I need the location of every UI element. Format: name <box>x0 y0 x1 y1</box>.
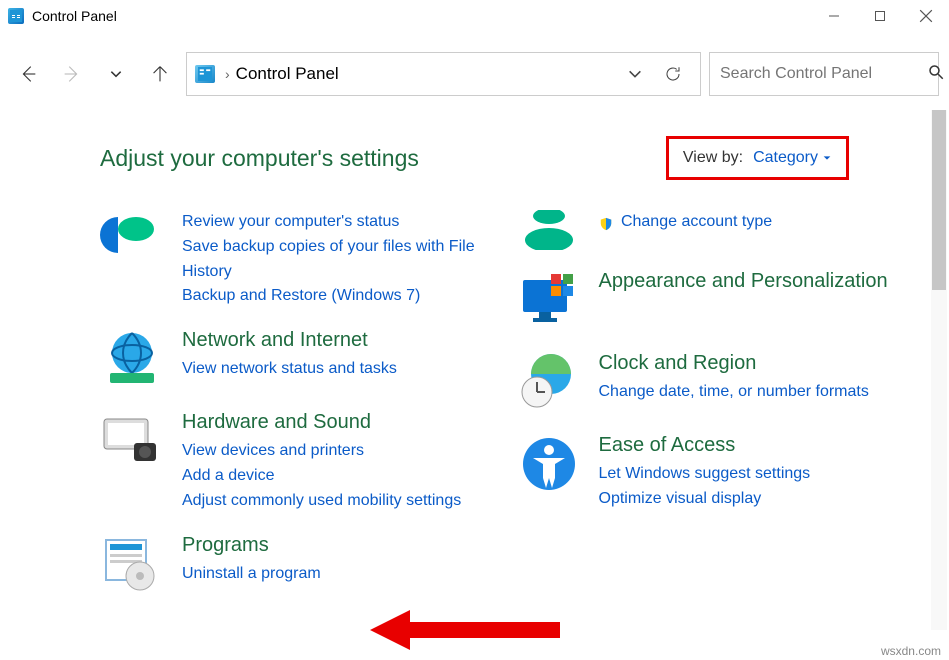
window-controls <box>811 0 949 32</box>
accounts-icon <box>517 210 581 250</box>
category-network: Network and Internet View network status… <box>100 327 493 391</box>
category-appearance: Appearance and Personalization <box>517 268 910 332</box>
close-button[interactable] <box>903 0 949 32</box>
category-system-security: Review your computer's status Save backu… <box>100 210 493 309</box>
maximize-button[interactable] <box>857 0 903 32</box>
right-column: Change account type Appearance and Perso… <box>517 210 910 614</box>
title-hardware[interactable]: Hardware and Sound <box>182 409 493 435</box>
control-panel-icon <box>195 65 215 83</box>
link-devices-printers[interactable]: View devices and printers <box>182 439 493 464</box>
programs-icon <box>100 532 164 596</box>
title-programs[interactable]: Programs <box>182 532 493 558</box>
link-uninstall[interactable]: Uninstall a program <box>182 562 493 587</box>
viewby-label: View by: <box>683 149 743 167</box>
clock-icon <box>517 350 581 414</box>
up-button[interactable] <box>142 56 178 92</box>
appearance-icon <box>517 268 581 332</box>
category-clock: Clock and Region Change date, time, or n… <box>517 350 910 414</box>
content-area: Adjust your computer's settings View by:… <box>0 106 949 614</box>
watermark: wsxdn.com <box>881 644 941 658</box>
link-review-status[interactable]: Review your computer's status <box>182 210 493 235</box>
title-ease-access[interactable]: Ease of Access <box>599 432 910 458</box>
link-network-status[interactable]: View network status and tasks <box>182 357 493 382</box>
breadcrumb-chevron-icon[interactable]: › <box>219 66 236 82</box>
viewby-dropdown[interactable]: Category <box>753 149 832 167</box>
link-mobility[interactable]: Adjust commonly used mobility settings <box>182 489 493 514</box>
link-backup-restore[interactable]: Backup and Restore (Windows 7) <box>182 284 493 309</box>
category-programs: Programs Uninstall a program <box>100 532 493 596</box>
title-network[interactable]: Network and Internet <box>182 327 493 353</box>
scrollbar[interactable] <box>931 110 947 630</box>
viewby-highlight: View by: Category <box>666 136 849 180</box>
title-appearance[interactable]: Appearance and Personalization <box>599 268 910 294</box>
scrollbar-thumb[interactable] <box>932 110 946 290</box>
security-icon <box>100 210 164 274</box>
forward-button[interactable] <box>54 56 90 92</box>
breadcrumb-current[interactable]: Control Panel <box>236 64 339 84</box>
refresh-button[interactable] <box>654 65 692 83</box>
link-change-account[interactable]: Change account type <box>599 210 910 235</box>
window-title: Control Panel <box>32 8 117 24</box>
search-box[interactable] <box>709 52 939 96</box>
network-icon <box>100 327 164 391</box>
link-add-device[interactable]: Add a device <box>182 464 493 489</box>
toolbar: › Control Panel <box>0 32 949 106</box>
link-date-time[interactable]: Change date, time, or number formats <box>599 380 910 405</box>
link-file-history[interactable]: Save backup copies of your files with Fi… <box>182 235 493 285</box>
hardware-icon <box>100 409 164 473</box>
search-icon[interactable] <box>927 63 945 86</box>
category-ease-access: Ease of Access Let Windows suggest setti… <box>517 432 910 512</box>
chevron-down-icon <box>822 153 832 163</box>
app-icon <box>8 8 24 24</box>
address-bar[interactable]: › Control Panel <box>186 52 701 96</box>
category-user-accounts: Change account type <box>517 210 910 250</box>
recent-dropdown[interactable] <box>98 56 134 92</box>
link-optimize-visual[interactable]: Optimize visual display <box>599 487 910 512</box>
ease-access-icon <box>517 432 581 496</box>
search-input[interactable] <box>720 65 927 83</box>
title-clock[interactable]: Clock and Region <box>599 350 910 376</box>
back-button[interactable] <box>10 56 46 92</box>
address-dropdown-icon[interactable] <box>616 66 654 82</box>
link-suggest-settings[interactable]: Let Windows suggest settings <box>599 462 910 487</box>
minimize-button[interactable] <box>811 0 857 32</box>
page-heading: Adjust your computer's settings <box>100 145 419 172</box>
shield-icon <box>599 215 613 229</box>
left-column: Review your computer's status Save backu… <box>100 210 493 614</box>
viewby-value: Category <box>753 149 818 167</box>
category-hardware: Hardware and Sound View devices and prin… <box>100 409 493 513</box>
titlebar: Control Panel <box>0 0 949 32</box>
